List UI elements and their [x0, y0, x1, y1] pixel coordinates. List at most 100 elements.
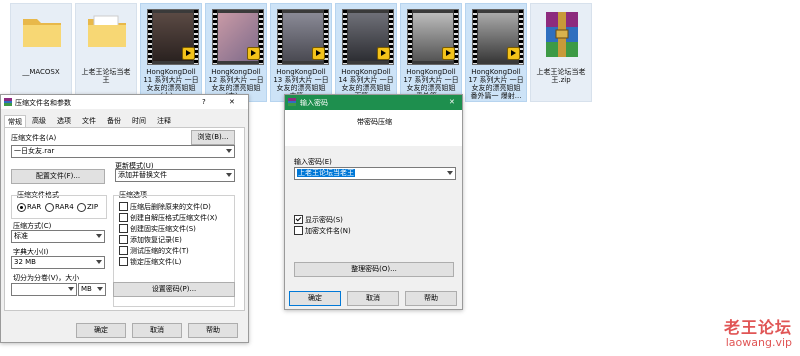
desktop-icon-zip-archive[interactable]: 上老王论坛当老 王.zip: [530, 3, 592, 102]
password-value: 上老王论坛当老王: [297, 169, 355, 177]
encrypt-filenames-label: 加密文件名(N): [305, 227, 351, 235]
desktop-icon-video-2[interactable]: HongKongDoll 12 系列大片 一日 女友的漂亮姐姐 (中) ...: [205, 3, 267, 102]
browse-button[interactable]: 浏览(B)...: [191, 130, 235, 145]
tab-panel-general: 压缩文件名(A) 浏览(B)... 一日女友.rar 更新模式(U) 配置文件(…: [4, 127, 245, 311]
chevron-down-icon: [97, 287, 103, 291]
split-unit-select[interactable]: MB: [78, 283, 106, 296]
desktop-icon-video-4[interactable]: HongKongDoll 14 系列大片 一日 女友的漂亮姐姐 下篇 ...: [335, 3, 397, 102]
video-thumbnail-icon: [147, 9, 199, 65]
encrypt-filenames-checkbox[interactable]: [294, 226, 303, 235]
icon-label: 上老王论坛当老 王.zip: [536, 68, 586, 84]
watermark-url: laowang.vip: [725, 336, 792, 349]
dialog-title: 压缩文件名和参数: [15, 99, 71, 107]
password-input[interactable]: 上老王论坛当老王: [294, 167, 456, 180]
cancel-button[interactable]: 取消: [347, 291, 399, 306]
delete-after-checkbox[interactable]: [119, 202, 128, 211]
tab-options[interactable]: 选项: [54, 115, 74, 127]
lock-archive-checkbox[interactable]: [119, 257, 128, 266]
option-label: 压缩后删除原来的文件(D): [130, 203, 211, 211]
play-badge-icon: [182, 47, 195, 60]
dict-value: 32 MB: [14, 258, 36, 266]
desktop-icon-video-5[interactable]: HongKongDoll 17 系列大片 一日 女友的漂亮姐姐 番外篇 ...: [400, 3, 462, 102]
play-badge-icon: [442, 47, 455, 60]
format-rar4-radio[interactable]: [45, 203, 54, 212]
set-password-button[interactable]: 设置密码(P)...: [113, 282, 235, 297]
icon-label: HongKongDoll 17 系列大片 一日 女友的漂亮姐姐 番外篇一 爆射.…: [468, 68, 524, 100]
play-badge-icon: [377, 47, 390, 60]
enter-password-label: 输入密码(E): [294, 158, 332, 166]
archive-name-label: 压缩文件名(A): [11, 134, 57, 142]
play-badge-icon: [247, 47, 260, 60]
chevron-down-icon: [96, 260, 102, 264]
sfx-checkbox[interactable]: [119, 213, 128, 222]
split-label: 切分为分卷(V)，大小: [13, 274, 80, 282]
format-rar4-label: RAR4: [55, 203, 74, 211]
ok-button[interactable]: 确定: [289, 291, 341, 306]
icon-label: __MACOSX: [22, 68, 60, 76]
format-rar-radio[interactable]: [17, 203, 26, 212]
recovery-record-checkbox[interactable]: [119, 235, 128, 244]
password-dialog: 输入密码 ✕ 带密码压缩 输入密码(E) 上老王论坛当老王 显示密码(S) 加密…: [284, 94, 463, 310]
title-bar: 压缩文件名和参数 ? ✕: [1, 95, 248, 109]
close-button[interactable]: ✕: [229, 98, 235, 106]
video-thumbnail-icon: [472, 9, 524, 65]
format-zip-label: ZIP: [87, 203, 99, 211]
title-bar: 输入密码 ✕: [285, 95, 462, 110]
help-title-button[interactable]: ?: [202, 98, 206, 106]
tab-comment[interactable]: 注释: [154, 115, 174, 127]
desktop-icon-folder[interactable]: 上老王论坛当老 王: [75, 3, 137, 102]
desktop-icon-video-1[interactable]: HongKongDoll 11 系列大片 一日 女友的漂亮姐姐 (上) ...: [140, 3, 202, 102]
ok-button[interactable]: 确定: [76, 323, 126, 338]
icon-label: 上老王论坛当老 王: [81, 68, 131, 84]
organize-passwords-button[interactable]: 整理密码(O)...: [294, 262, 454, 277]
split-size-combo[interactable]: [11, 283, 77, 296]
tab-files[interactable]: 文件: [79, 115, 99, 127]
video-thumbnail-icon: [212, 9, 264, 65]
archive-name-value: 一日女友.rar: [14, 147, 55, 155]
archive-name-combo[interactable]: 一日女友.rar: [11, 145, 235, 158]
chevron-down-icon: [447, 171, 453, 175]
winrar-archive-icon: [544, 10, 580, 62]
desktop-icon-video-6[interactable]: HongKongDoll 17 系列大片 一日 女友的漂亮姐姐 番外篇一 爆射.…: [465, 3, 527, 102]
dialog-heading: 带密码压缩: [357, 118, 392, 126]
chevron-down-icon: [68, 287, 74, 291]
tab-backup[interactable]: 备份: [104, 115, 124, 127]
option-label: 锁定压缩文件(L): [130, 258, 182, 266]
winrar-app-icon: [288, 98, 296, 106]
video-thumbnail-icon: [277, 9, 329, 65]
solid-checkbox[interactable]: [119, 224, 128, 233]
show-password-checkbox[interactable]: [294, 215, 303, 224]
dialog-title: 输入密码: [300, 99, 328, 107]
watermark-title: 老王论坛: [723, 318, 792, 337]
test-files-checkbox[interactable]: [119, 246, 128, 255]
desktop-icon-macosx-folder[interactable]: __MACOSX: [10, 3, 72, 102]
header-band: 带密码压缩: [285, 110, 462, 146]
close-button[interactable]: ✕: [449, 98, 455, 106]
split-unit-value: MB: [81, 285, 92, 293]
chevron-down-icon: [226, 149, 232, 153]
folder-icon: [21, 13, 63, 49]
archive-name-dialog: 压缩文件名和参数 ? ✕ 常规 高级 选项 文件 备份 时间 注释 压缩文件名(…: [0, 94, 249, 343]
method-select[interactable]: 标准: [11, 230, 105, 243]
method-value: 标准: [14, 232, 28, 240]
chevron-down-icon: [226, 173, 232, 177]
update-mode-value: 添加并替换文件: [118, 171, 167, 179]
update-mode-select[interactable]: 添加并替换文件: [115, 169, 235, 182]
dict-select[interactable]: 32 MB: [11, 256, 105, 269]
cancel-button[interactable]: 取消: [132, 323, 182, 338]
tab-time[interactable]: 时间: [129, 115, 149, 127]
chevron-down-icon: [96, 234, 102, 238]
help-button[interactable]: 帮助: [405, 291, 457, 306]
format-zip-radio[interactable]: [77, 203, 86, 212]
play-badge-icon: [312, 47, 325, 60]
desktop-icon-video-3[interactable]: HongKongDoll 13 系列大片 一日 女友的漂亮姐姐 中篇 ...: [270, 3, 332, 102]
tab-advanced[interactable]: 高级: [29, 115, 49, 127]
option-label: 创建自解压格式压缩文件(X): [130, 214, 218, 222]
folder-icon: [86, 13, 128, 49]
play-badge-icon: [507, 47, 520, 60]
help-button[interactable]: 帮助: [188, 323, 238, 338]
profiles-button[interactable]: 配置文件(F)...: [11, 169, 105, 184]
option-label: 创建固实压缩文件(S): [130, 225, 196, 233]
option-label: 添加恢复记录(E): [130, 236, 182, 244]
video-thumbnail-icon: [342, 9, 394, 65]
